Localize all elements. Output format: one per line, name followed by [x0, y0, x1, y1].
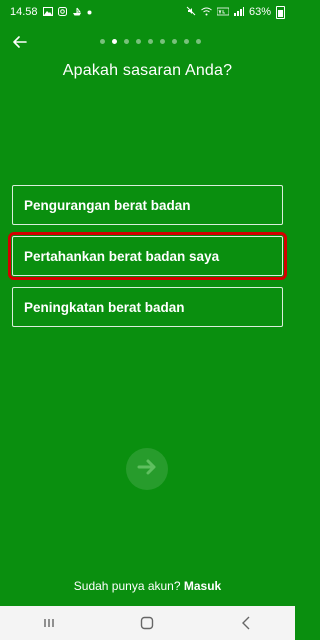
arrow-left-icon[interactable] [10, 32, 30, 52]
dot-icon [87, 8, 92, 17]
progress-dot [148, 39, 153, 44]
recents-icon[interactable] [34, 613, 64, 633]
battery-icon [276, 5, 285, 19]
option-label: Peningkatan berat badan [24, 299, 185, 315]
progress-dot [172, 39, 177, 44]
arrow-right-icon [137, 458, 157, 481]
battery-percent: 63% [248, 6, 271, 18]
page-title: Apakah sasaran Anda? [62, 62, 233, 79]
signal-icon [233, 6, 244, 18]
next-button[interactable] [126, 448, 168, 490]
progress-indicator [100, 39, 201, 44]
progress-dot [100, 39, 105, 44]
option-lose-weight[interactable]: Pengurangan berat badan [12, 185, 283, 225]
top-nav [0, 30, 295, 54]
progress-dot [160, 39, 165, 44]
option-label: Pengurangan berat badan [24, 197, 191, 213]
login-prompt: Sudah punya akun? Masuk [0, 579, 295, 593]
option-maintain-weight[interactable]: Pertahankan berat badan saya [8, 232, 287, 280]
instagram-icon [57, 6, 67, 18]
status-left: 14.58 [10, 6, 92, 18]
option-label: Pertahankan berat badan saya [24, 248, 220, 264]
image-icon [42, 6, 53, 18]
status-time: 14.58 [10, 6, 38, 18]
goal-options: Pengurangan berat badan Pertahankan bera… [8, 185, 287, 338]
status-right: 63% [186, 5, 285, 19]
login-prompt-text: Sudah punya akun? [73, 579, 181, 593]
progress-dot [124, 39, 129, 44]
home-icon[interactable] [132, 613, 162, 633]
status-bar: 14.58 63% [0, 0, 295, 24]
volte-icon [216, 7, 230, 18]
progress-dot [112, 39, 117, 44]
progress-dot [136, 39, 141, 44]
option-gain-weight[interactable]: Peningkatan berat badan [12, 287, 283, 327]
progress-dot [184, 39, 189, 44]
back-icon[interactable] [231, 613, 261, 633]
android-nav-bar [0, 606, 295, 640]
wifi-icon [201, 7, 212, 18]
progress-dot [196, 39, 201, 44]
login-link[interactable]: Masuk [184, 579, 221, 593]
boat-icon [72, 7, 82, 18]
mute-icon [186, 6, 196, 18]
